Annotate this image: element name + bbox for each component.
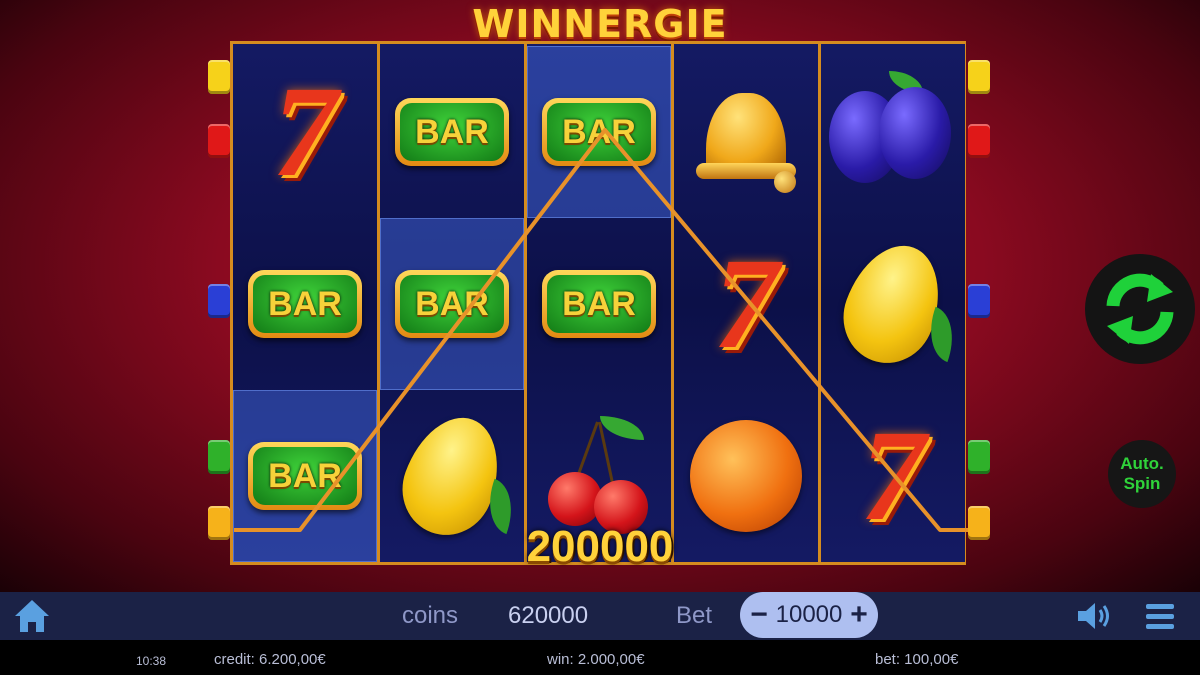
bar-symbol-label: BAR <box>253 447 357 505</box>
autospin-label-line1: Auto. <box>1120 454 1164 474</box>
autospin-button[interactable]: Auto. Spin <box>1108 440 1176 508</box>
menu-button[interactable] <box>1138 592 1182 640</box>
bar-symbol-label: BAR <box>400 103 504 161</box>
payline-tab-right-3 <box>968 284 990 318</box>
game-stage: WINNERGIE 7 BAR BAR BAR BAR BAR BAR 7 7 200000 A… <box>0 0 1200 592</box>
hamburger-menu-icon <box>1146 604 1174 629</box>
refresh-icon <box>1106 273 1174 345</box>
autospin-label-line2: Spin <box>1123 474 1161 493</box>
orange-symbol <box>680 420 802 532</box>
bet-value: 10000 <box>775 601 843 628</box>
win-amount: 200000 <box>526 522 674 571</box>
home-icon <box>15 600 49 632</box>
credit-text: credit: 6.200,00€ <box>214 651 326 668</box>
bar-symbol: BAR <box>542 270 656 338</box>
reel-cell <box>821 46 965 218</box>
bar-symbol-label: BAR <box>547 275 651 333</box>
payline-tab-right-4 <box>968 440 990 474</box>
reel-5: 7 <box>821 44 965 562</box>
bar-symbol-label: BAR <box>400 275 504 333</box>
payline-tab-right-5 <box>968 506 990 540</box>
reel-cell: BAR <box>527 218 671 390</box>
bet-decrease-button[interactable]: − <box>748 600 770 630</box>
seven-symbol: 7 <box>860 404 926 548</box>
bell-symbol <box>696 83 796 193</box>
bar-symbol: BAR <box>395 98 509 166</box>
reel-cell: BAR <box>527 46 671 218</box>
sound-button[interactable] <box>1072 592 1116 640</box>
bar-symbol: BAR <box>542 98 656 166</box>
reel-3: BAR BAR <box>527 44 671 562</box>
payline-tab-right-1 <box>968 60 990 94</box>
spin-button[interactable] <box>1085 254 1195 364</box>
coins-value: 620000 <box>508 602 589 629</box>
reel-4: 7 <box>674 44 818 562</box>
reel-cell: BAR <box>380 46 524 218</box>
payline-tab-left-5 <box>208 506 230 540</box>
payline-tab-left-1 <box>208 60 230 94</box>
bar-symbol: BAR <box>395 270 509 338</box>
seven-symbol: 7 <box>713 232 779 376</box>
reel-cell: 7 <box>821 390 965 562</box>
reel-1: 7 BAR BAR <box>233 44 377 562</box>
bet-increase-button[interactable]: + <box>848 600 870 630</box>
reel-cell <box>821 218 965 390</box>
bottom-toolbar: coins 620000 Bet <box>0 592 1200 640</box>
payline-tab-right-2 <box>968 124 990 158</box>
speaker-icon <box>1078 603 1109 629</box>
reel-cell: 7 <box>233 46 377 218</box>
bar-symbol-label: BAR <box>253 275 357 333</box>
bar-symbol-label: BAR <box>547 103 651 161</box>
reel-cell: BAR <box>233 218 377 390</box>
reel-grid: 7 BAR BAR BAR BAR BAR BAR 7 7 <box>230 41 966 565</box>
lemon-symbol <box>830 232 956 376</box>
win-text: win: 2.000,00€ <box>547 651 645 668</box>
payline-tab-left-4 <box>208 440 230 474</box>
cherries-symbol <box>544 416 654 536</box>
reel-cell: 7 <box>674 218 818 390</box>
coins-label: coins <box>402 602 459 629</box>
clock: 10:38 <box>136 654 167 668</box>
bet-stepper: − 10000 + <box>740 592 878 638</box>
bar-symbol: BAR <box>248 442 362 510</box>
reel-2: BAR BAR <box>380 44 524 562</box>
reel-cell <box>674 46 818 218</box>
bar-symbol: BAR <box>248 270 362 338</box>
plum-symbol <box>829 71 957 187</box>
game-logo: WINNERGIE <box>472 2 728 46</box>
reel-cell: BAR <box>380 218 524 390</box>
status-bar: 10:38 credit: 6.200,00€ win: 2.000,00€ b… <box>0 640 1200 675</box>
home-button[interactable] <box>10 592 54 640</box>
bet-text: bet: 100,00€ <box>875 651 959 668</box>
seven-symbol: 7 <box>272 60 338 204</box>
payline-tab-left-2 <box>208 124 230 158</box>
bet-label: Bet <box>676 602 713 629</box>
reel-cell: BAR <box>233 390 377 562</box>
payline-tab-left-3 <box>208 284 230 318</box>
